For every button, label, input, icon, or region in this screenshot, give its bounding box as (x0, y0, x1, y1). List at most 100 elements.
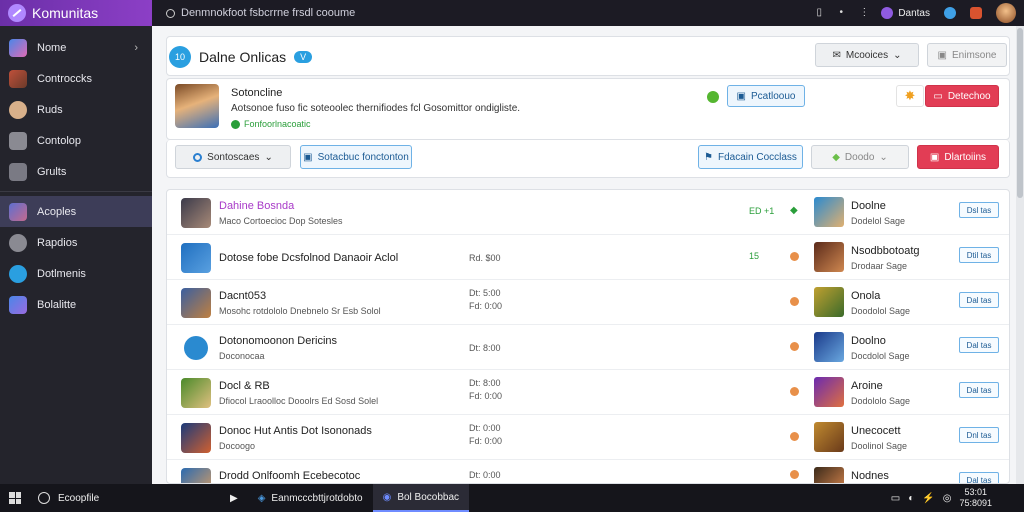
player-name: Onola (851, 290, 881, 302)
volume-icon[interactable]: ◐ (908, 493, 914, 504)
status-dot-icon (790, 470, 799, 479)
list-item[interactable]: Donoc Hut Antis Dot Isononads Docoogo Dt… (167, 415, 1009, 460)
couples-icon (9, 202, 27, 221)
player-avatar (814, 197, 844, 227)
view-button[interactable]: Dnl tas (959, 427, 999, 443)
list-item[interactable]: Dacnt053 Mosohc rotdololo Dnebnelo Sr Es… (167, 280, 1009, 325)
settings-button[interactable]: ▣ Enimsone (927, 43, 1007, 67)
globe-icon[interactable] (944, 7, 956, 19)
groups-icon (9, 162, 27, 181)
taskbar-app-2[interactable]: ◉ Bol Bocobbac (372, 484, 470, 512)
language-icon[interactable]: ◎ (943, 493, 952, 504)
status-label: Fonfoorlnacoatic (244, 119, 311, 129)
follow-button[interactable]: ▣ Pcatloouo (727, 85, 805, 107)
search-input[interactable] (181, 7, 481, 19)
game-title[interactable]: Dotonomoonon Dericins (219, 335, 337, 347)
game-time: Dt: 5:00 (469, 288, 501, 298)
sidebar-item-label: Acoples (37, 205, 77, 218)
game-title[interactable]: Dotose fobe Dcsfolnod Danaoir Aclol (219, 252, 398, 264)
view-button[interactable]: Dsl tas (959, 202, 999, 218)
sidebar-item-label: Controccks (37, 72, 93, 85)
list-item[interactable]: Dotose fobe Dcsfolnod Danaoir Aclol Rd. … (167, 235, 1009, 280)
notification-icon[interactable]: ⚡ (922, 493, 934, 504)
system-tray: ▭ ◐ ⚡ ◎ 53:01 75:8091 (891, 487, 1024, 509)
list-item[interactable]: Dotonomoonon Dericins Doconocaa Dt: 8:00… (167, 325, 1009, 370)
game-time-secondary: Fd: 0:00 (469, 301, 503, 311)
window-icon: ▣ (929, 151, 940, 163)
settings-icon: ▣ (937, 49, 947, 61)
user-label: Dantas (898, 7, 930, 19)
game-thumbnail (181, 243, 211, 273)
sidebar-item-radios[interactable]: Rapdios (0, 227, 152, 258)
sidebar-item-rods[interactable]: Ruds (0, 94, 152, 125)
page-title: Dalne Onlicas (199, 49, 287, 65)
sidebar-item-label: Rapdios (37, 236, 78, 249)
clock[interactable]: 53:01 75:8091 (959, 487, 992, 509)
player-subtitle: Doodolol Sage (851, 306, 911, 316)
game-subtitle: Doconocaa (219, 351, 265, 361)
sidebar-item-controllers[interactable]: Controccks (0, 63, 152, 94)
documents-icon (9, 264, 27, 283)
scroll-handle-icon[interactable]: ▯ (815, 7, 823, 19)
sidebar-item-palette[interactable]: Bolalitte (0, 289, 152, 320)
game-title[interactable]: Docl & RB (219, 380, 270, 392)
avatar[interactable] (996, 3, 1016, 23)
star-button[interactable]: ✸ (896, 85, 924, 107)
class-filter-button[interactable]: ⚑ Fdacain Cocclass (698, 145, 803, 169)
player-subtitle: Drodaar Sage (851, 261, 908, 271)
grid-icon: ▣ (303, 151, 313, 163)
game-title[interactable]: Dahine Bosnda (219, 200, 294, 212)
list-item[interactable]: Dahine Bosnda Maco Cortoecioc Dop Sotesl… (167, 190, 1009, 235)
sidebar-item-documents[interactable]: Dotlmenis (0, 258, 152, 289)
filter-bar: Sontoscaes ⌄ ▣ Sotacbuc fonctonton ⚑ Fda… (166, 140, 1010, 178)
header-badge: 10 (169, 46, 191, 68)
messages-dropdown[interactable]: ✉ Mcooices ⌄ (815, 43, 919, 67)
controlop-icon (9, 131, 27, 150)
bell-icon[interactable]: • (837, 7, 845, 19)
sidebar-item-label: Grults (37, 165, 67, 178)
view-button[interactable]: Dtil tas (959, 247, 999, 263)
view-button[interactable]: Dal tas (959, 292, 999, 308)
sidebar-item-controlop[interactable]: Contolop (0, 125, 152, 156)
scrollbar-thumb[interactable] (1017, 28, 1023, 198)
game-title[interactable]: Dacnt053 (219, 290, 266, 302)
disabled-dropdown[interactable]: ◆ Doodo ⌄ (811, 145, 909, 169)
view-button[interactable]: Dal tas (959, 382, 999, 398)
list-item[interactable]: Docl & RB Dfiocol Lraoolloc Dooolrs Ed S… (167, 370, 1009, 415)
player-name: Unecocett (851, 425, 901, 437)
view-button[interactable]: Dal tas (959, 472, 999, 483)
scrollbar[interactable] (1016, 26, 1024, 484)
sort-dropdown[interactable]: Sontoscaes ⌄ (175, 145, 291, 169)
game-thumbnail (181, 468, 211, 483)
task-view-button[interactable]: ▶ (220, 484, 248, 512)
chevron-down-icon: ⌄ (264, 151, 273, 163)
view-button[interactable]: Dal tas (959, 337, 999, 353)
donate-button[interactable]: ▭ Detechoo (925, 85, 999, 107)
sidebar-item-home[interactable]: Nome › (0, 32, 152, 63)
search-bar[interactable] (166, 7, 506, 19)
disabled-label: Doodo (844, 151, 875, 163)
profile-description: Aotsonoe fuso fic soteoolec thernifiodes… (231, 103, 521, 114)
sidebar-item-couples[interactable]: Acoples (0, 196, 152, 227)
network-icon[interactable]: ▭ (891, 493, 900, 504)
sort-label: Sontoscaes (207, 151, 260, 163)
title-chip[interactable]: V (294, 51, 313, 63)
list-item[interactable]: Drodd Onlfoomh Ecebecotoc Dt: 0:00 Nodne… (167, 460, 1009, 483)
user-menu[interactable]: Dantas (881, 7, 930, 19)
more-icon[interactable]: ⋮ (859, 7, 869, 19)
chevron-down-icon: ⌄ (879, 151, 888, 163)
game-title[interactable]: Drodd Onlfoomh Ecebecotoc (219, 470, 360, 482)
clock-time: 53:01 (964, 487, 987, 497)
taskbar-search[interactable]: Ecoopfile (30, 492, 180, 504)
primary-action-button[interactable]: ▣ Dlartoiins (917, 145, 999, 169)
sidebar-item-groups[interactable]: Grults (0, 156, 152, 187)
brand[interactable]: Komunitas (0, 0, 152, 26)
function-tab[interactable]: ▣ Sotacbuc fonctonton (300, 145, 412, 169)
sidebar-item-label: Ruds (37, 103, 63, 116)
game-time: Dt: 8:00 (469, 343, 501, 353)
taskbar-app-1[interactable]: ◈ Eanmcccbttjrotdobto (248, 484, 373, 512)
gift-icon[interactable] (970, 7, 982, 19)
start-button[interactable] (0, 492, 30, 504)
game-title[interactable]: Donoc Hut Antis Dot Isononads (219, 425, 372, 437)
message-icon: ✉ (832, 49, 841, 61)
